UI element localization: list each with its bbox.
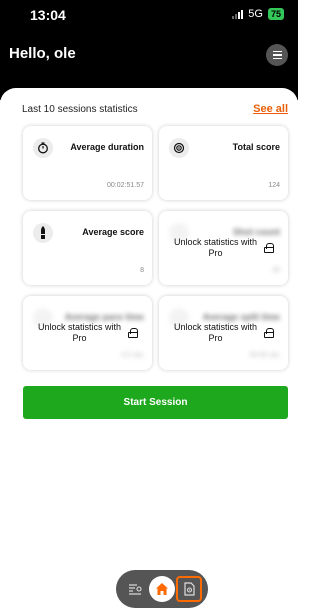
main-sheet: Last 10 sessions statistics See all Aver… bbox=[0, 88, 298, 610]
start-session-button[interactable]: Start Session bbox=[23, 386, 288, 419]
status-indicators: 5G 75 bbox=[232, 8, 284, 20]
stat-label: Shot count bbox=[233, 227, 280, 237]
timer-icon bbox=[33, 138, 53, 158]
target-icon bbox=[169, 138, 189, 158]
lock-icon bbox=[127, 328, 138, 338]
nav-sessions-list[interactable] bbox=[122, 576, 148, 602]
stat-value: 124 bbox=[268, 182, 280, 189]
stat-card-average-duration[interactable]: Average duration 00:02:51.57 bbox=[23, 126, 152, 200]
header-area: 13:04 5G 75 Hello, ole bbox=[0, 0, 298, 100]
bullet-icon bbox=[33, 223, 53, 243]
stat-value: 0.5 sec bbox=[121, 352, 144, 359]
stat-card-average-score[interactable]: Average score 8 bbox=[23, 211, 152, 285]
lock-icon bbox=[263, 243, 274, 253]
stat-value: 00:02:51.57 bbox=[107, 182, 144, 189]
stat-label: Average split time bbox=[202, 312, 280, 322]
nav-statistics[interactable] bbox=[176, 576, 202, 602]
see-all-link[interactable]: See all bbox=[253, 103, 288, 115]
stat-label: Average duration bbox=[70, 142, 144, 152]
battery-icon: 75 bbox=[267, 8, 284, 20]
unlock-pro-overlay[interactable]: Unlock statistics with Pro bbox=[23, 322, 152, 344]
stat-value: 30 bbox=[272, 267, 280, 274]
stat-value: 8 bbox=[140, 267, 144, 274]
lock-icon bbox=[263, 328, 274, 338]
list-icon bbox=[129, 584, 142, 595]
unlock-pro-overlay[interactable]: Unlock statistics with Pro bbox=[159, 322, 288, 344]
stat-card-total-score[interactable]: Total score 124 bbox=[159, 126, 288, 200]
menu-button[interactable] bbox=[266, 44, 288, 66]
network-type: 5G bbox=[248, 8, 263, 20]
status-time: 13:04 bbox=[30, 7, 66, 23]
bottom-nav bbox=[116, 570, 208, 608]
greeting-title: Hello, ole bbox=[9, 45, 76, 62]
unlock-pro-overlay[interactable]: Unlock statistics with Pro bbox=[159, 237, 288, 259]
stat-label: Average pace time bbox=[64, 312, 144, 322]
hamburger-menu-icon bbox=[272, 50, 282, 53]
nav-home[interactable] bbox=[149, 576, 175, 602]
stat-label: Total score bbox=[232, 142, 280, 152]
signal-icon bbox=[232, 9, 244, 19]
stat-card-locked-split[interactable]: Average split time 00:00 sec Unlock stat… bbox=[159, 296, 288, 370]
unlock-pro-text: Unlock statistics with Pro bbox=[37, 322, 122, 343]
stat-card-locked-pace[interactable]: Average pace time 0.5 sec Unlock statist… bbox=[23, 296, 152, 370]
home-icon bbox=[156, 583, 168, 595]
unlock-pro-text: Unlock statistics with Pro bbox=[173, 237, 258, 258]
stats-title: Last 10 sessions statistics bbox=[22, 104, 138, 115]
stat-card-locked-shot-count[interactable]: Shot count 30 Unlock statistics with Pro bbox=[159, 211, 288, 285]
stat-value: 00:00 sec bbox=[249, 352, 280, 359]
unlock-pro-text: Unlock statistics with Pro bbox=[173, 322, 258, 343]
report-icon bbox=[183, 582, 195, 596]
stat-label: Average score bbox=[82, 227, 144, 237]
